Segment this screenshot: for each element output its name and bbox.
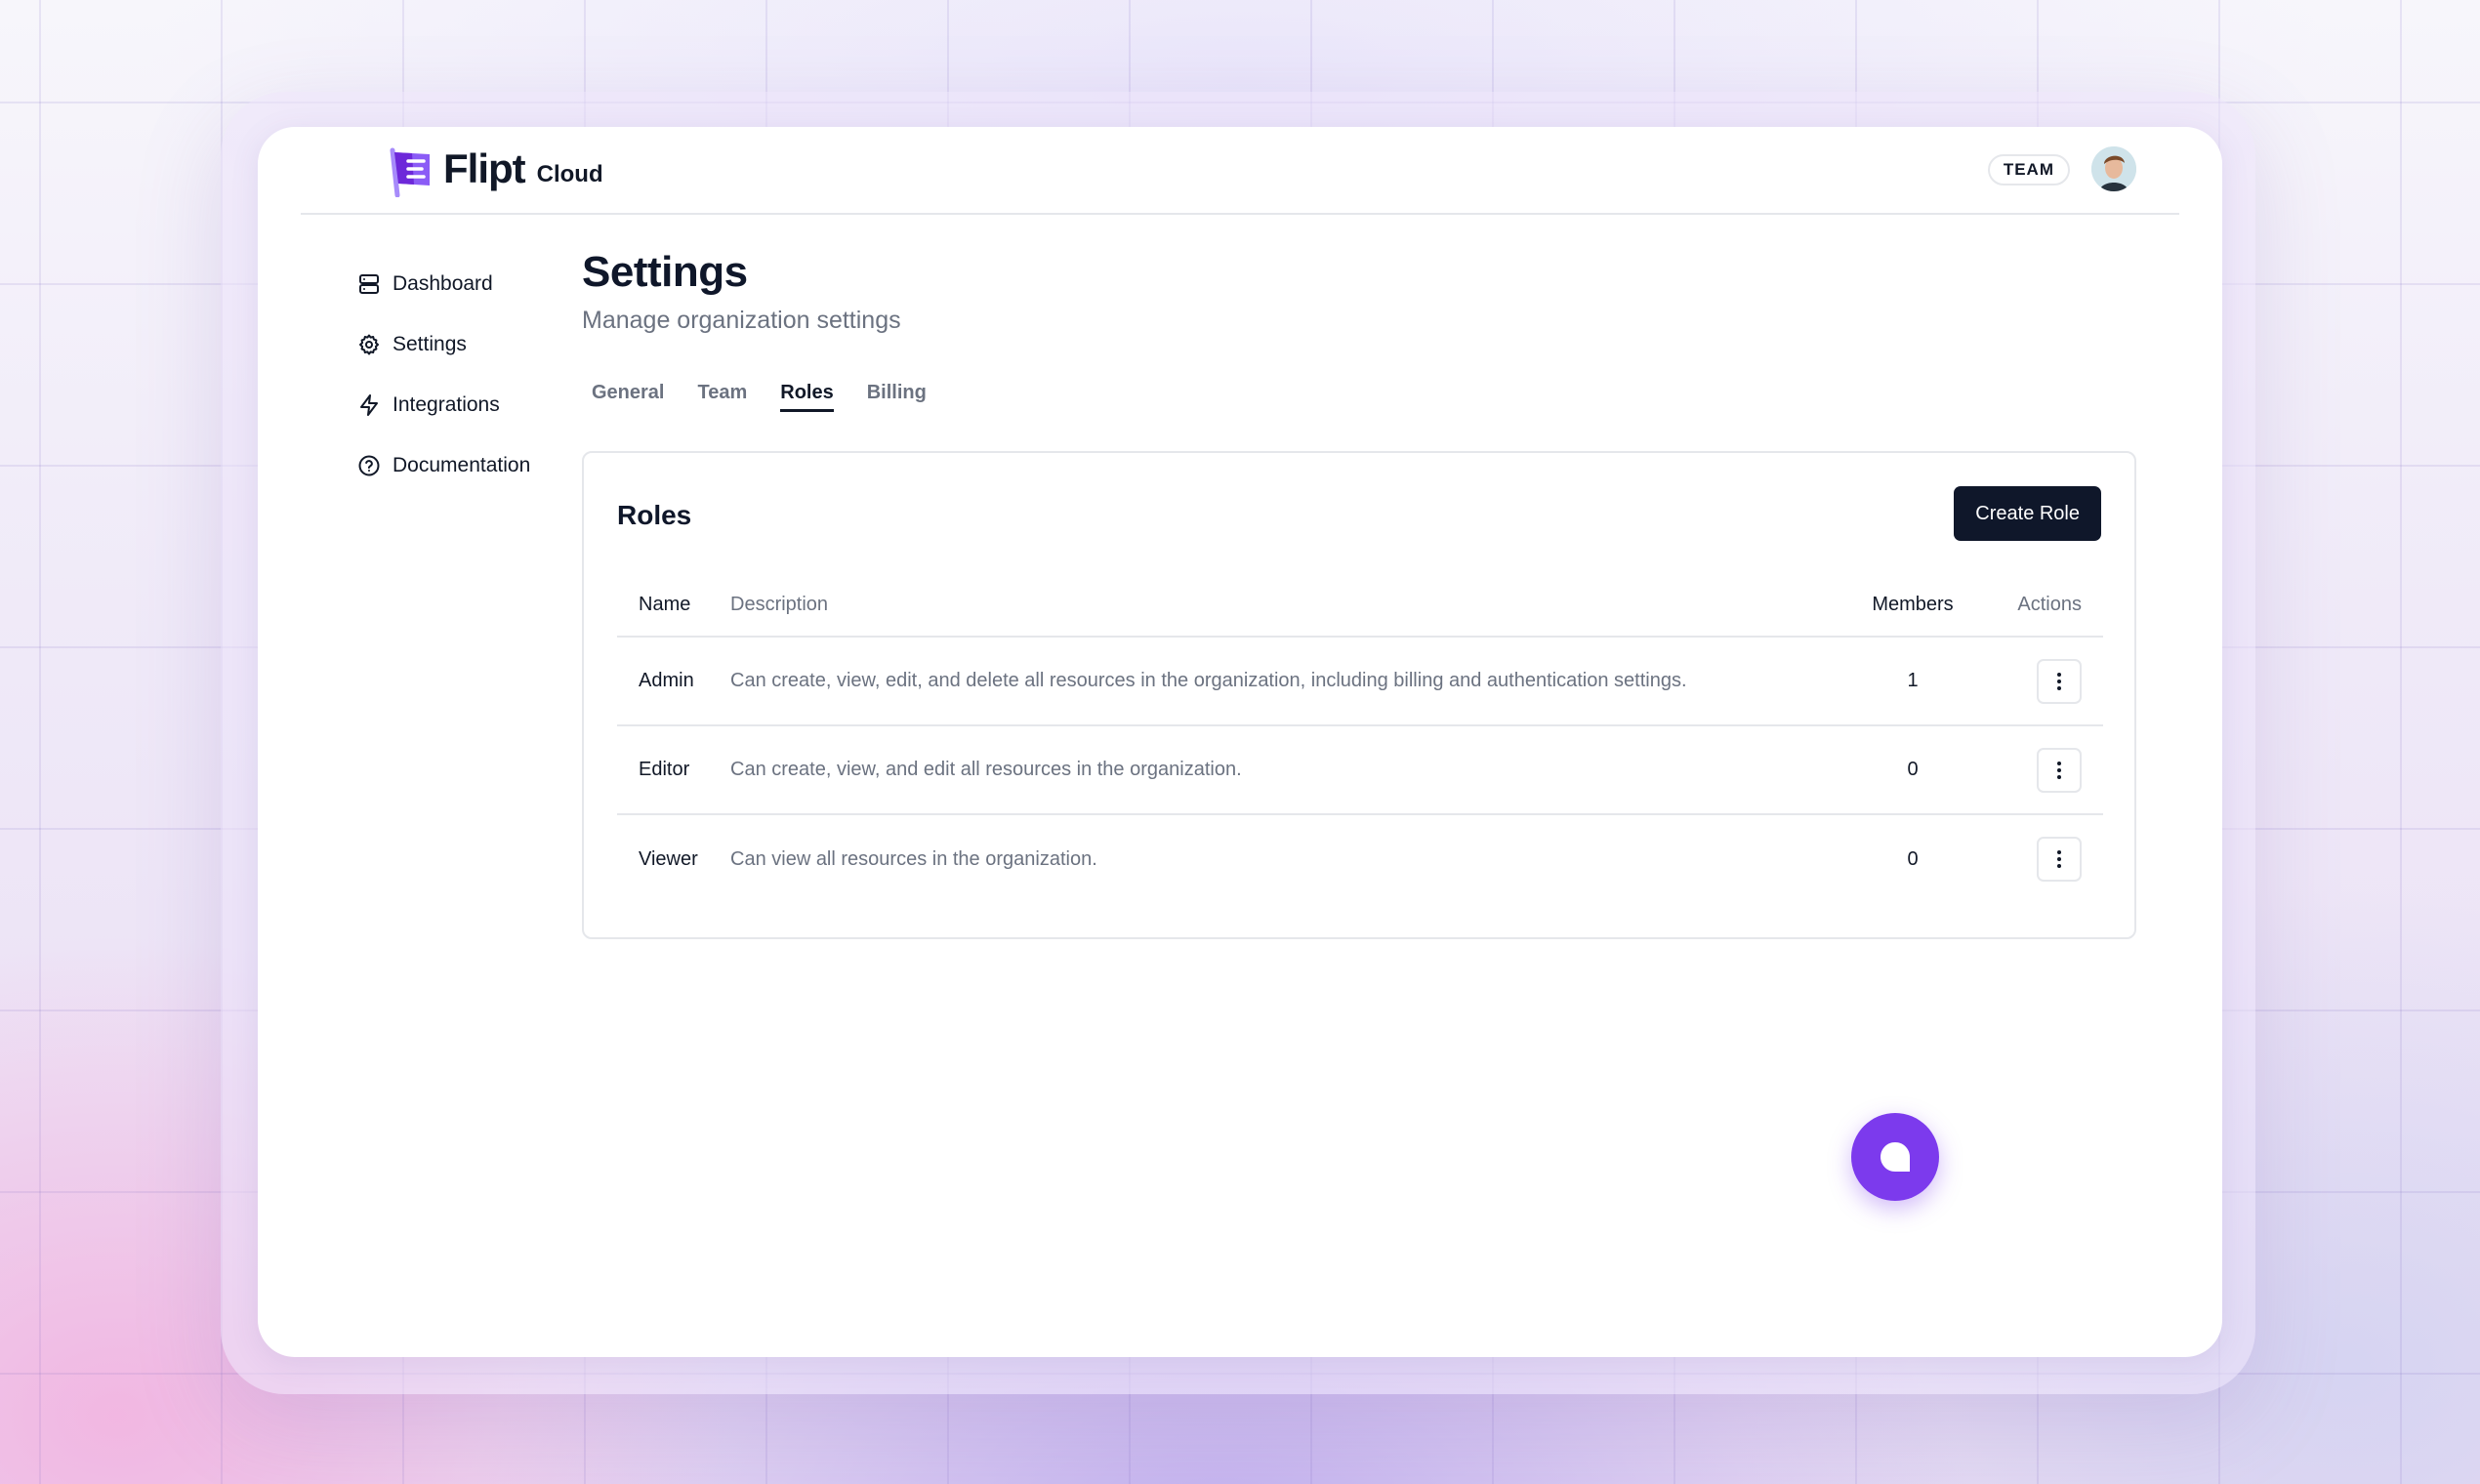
more-vertical-icon: [2057, 761, 2061, 779]
sidebar-nav: Dashboard Settings Integrations Document…: [357, 254, 530, 496]
role-members-count: 0: [1907, 847, 1919, 870]
sidebar-item-settings[interactable]: Settings: [357, 314, 530, 375]
bolt-icon: [360, 394, 378, 416]
tab-roles[interactable]: Roles: [780, 382, 835, 412]
role-actions-button[interactable]: [2037, 658, 2082, 704]
tab-general[interactable]: General: [592, 382, 664, 412]
server-icon: [359, 274, 379, 294]
gear-icon: [359, 334, 379, 355]
table-row: Admin Can create, view, edit, and delete…: [617, 637, 2103, 726]
sidebar-item-documentation[interactable]: Documentation: [357, 435, 530, 496]
brand-name: Flipt: [443, 145, 526, 191]
page-subtitle: Manage organization settings: [582, 307, 901, 334]
sidebar-item-dashboard[interactable]: Dashboard: [357, 254, 530, 314]
user-avatar-icon: [2091, 146, 2136, 191]
roles-card: Roles Create Role Name Description Membe…: [582, 451, 2136, 939]
role-actions-cell: [1986, 637, 2103, 726]
sidebar-item-label: Integrations: [393, 393, 500, 416]
tab-billing[interactable]: Billing: [867, 382, 927, 412]
sidebar-item-label: Settings: [393, 333, 467, 355]
role-description: Can view all resources in the organizati…: [730, 847, 1097, 870]
column-header-name: Name: [617, 574, 730, 638]
role-actions-cell: [1986, 725, 2103, 815]
chat-launcher-button[interactable]: [1851, 1113, 1939, 1201]
sidebar-item-integrations[interactable]: Integrations: [357, 375, 530, 435]
roles-table: Name Description Members Actions Admin C…: [617, 574, 2103, 903]
page-title: Settings: [582, 248, 748, 296]
tab-team[interactable]: Team: [697, 382, 747, 412]
create-role-button[interactable]: Create Role: [1954, 486, 2101, 541]
role-description: Can create, view, and edit all resources…: [730, 725, 1839, 815]
more-vertical-icon: [2057, 672, 2061, 690]
plan-badge: TEAM: [1987, 154, 2070, 186]
sidebar-item-label: Dashboard: [393, 272, 493, 295]
settings-tabs: General Team Roles Billing: [592, 382, 2136, 412]
column-header-description: Description: [730, 574, 1839, 638]
role-name: Admin: [617, 637, 730, 726]
main-content: Settings Manage organization settings Ge…: [582, 248, 2136, 939]
column-header-actions: Actions: [1986, 574, 2103, 638]
sidebar-item-label: Documentation: [393, 454, 531, 476]
role-members-count: 0: [1839, 725, 1986, 815]
roles-card-title: Roles: [617, 500, 692, 530]
table-row: Viewer Can view all resources in the org…: [617, 814, 2103, 903]
chat-bubble-icon: [1881, 1142, 1910, 1172]
role-name: Editor: [617, 725, 730, 815]
brand-product: Cloud: [536, 161, 603, 187]
help-circle-icon: [358, 455, 380, 476]
more-vertical-icon: [2057, 850, 2061, 868]
role-actions-button[interactable]: [2037, 837, 2082, 882]
brand-logo[interactable]: Flipt Cloud: [387, 145, 603, 197]
top-header: Flipt Cloud TEAM: [301, 127, 2179, 215]
role-name: Viewer: [639, 847, 698, 870]
role-actions-cell: [1986, 814, 2103, 903]
role-members-count: 1: [1839, 637, 1986, 726]
table-row: Editor Can create, view, and edit all re…: [617, 725, 2103, 815]
role-description: Can create, view, edit, and delete all r…: [730, 637, 1839, 726]
table-header-row: Name Description Members Actions: [617, 574, 2103, 638]
role-actions-button[interactable]: [2037, 747, 2082, 793]
avatar[interactable]: [2091, 146, 2136, 191]
flag-logo-icon: [390, 147, 430, 197]
column-header-members: Members: [1839, 574, 1986, 638]
